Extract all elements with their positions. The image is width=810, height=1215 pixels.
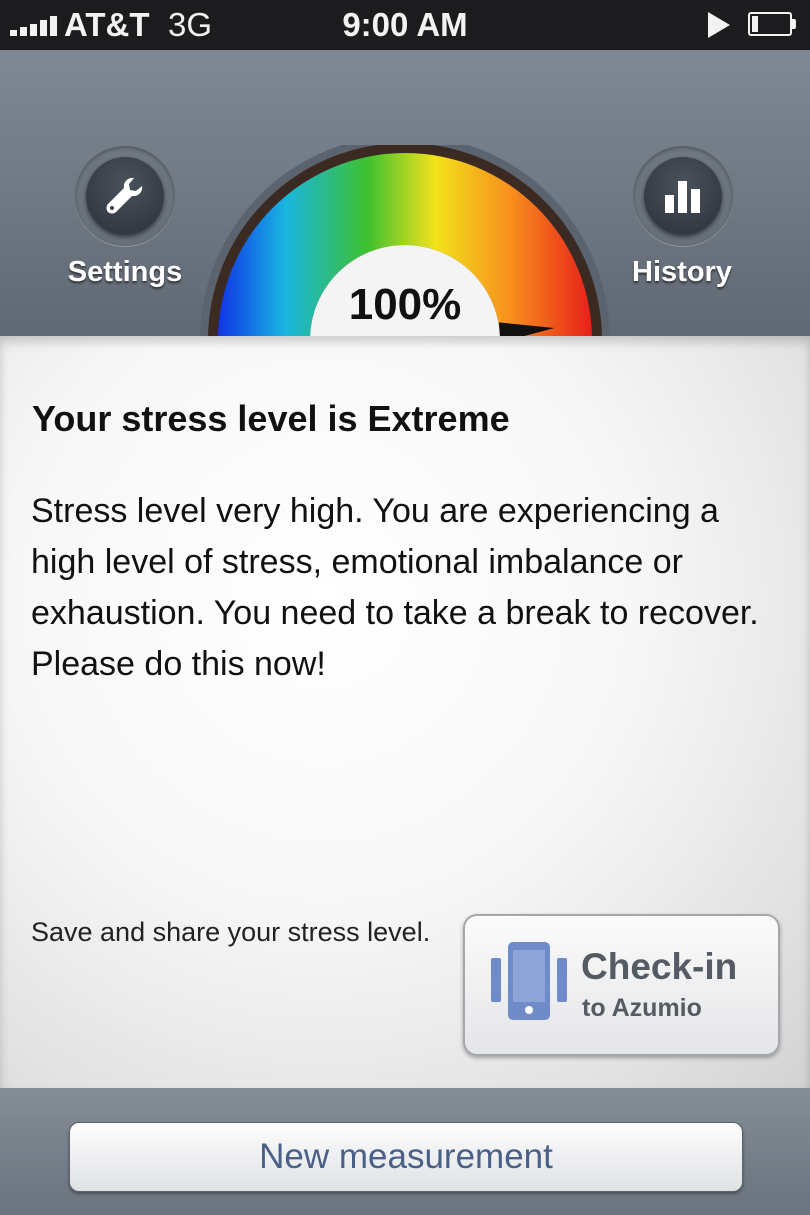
checkin-label: Check-in (581, 946, 738, 987)
status-bar: AT&T 3G 9:00 AM (0, 0, 810, 50)
result-card: Your stress level is Extreme Stress leve… (0, 336, 810, 1088)
footer-bar: New measurement (0, 1088, 810, 1215)
gauge-percentage: 100% (348, 280, 462, 329)
checkin-sublabel: to Azumio (582, 994, 702, 1022)
result-description: Stress level very high. You are experien… (31, 492, 759, 683)
wrench-icon (106, 177, 143, 214)
share-prompt: Save and share your stress level. (31, 917, 431, 947)
header: Settings History 100% (0, 50, 810, 336)
phone-icon (491, 942, 567, 1020)
checkin-button[interactable]: Check-in to Azumio (463, 914, 780, 1056)
play-icon (708, 12, 730, 38)
battery-icon (748, 12, 796, 36)
bar-chart-icon (665, 181, 700, 213)
clock: 9:00 AM (342, 6, 468, 43)
settings-button[interactable] (75, 146, 175, 246)
result-title: Your stress level is Extreme (32, 398, 510, 439)
app-screen: AT&T 3G 9:00 AM Settings History 100% Yo… (0, 0, 810, 1215)
history-button[interactable] (633, 146, 733, 246)
history-label[interactable]: History (602, 256, 762, 289)
new-measurement-button[interactable]: New measurement (69, 1122, 743, 1192)
settings-label[interactable]: Settings (45, 256, 205, 289)
